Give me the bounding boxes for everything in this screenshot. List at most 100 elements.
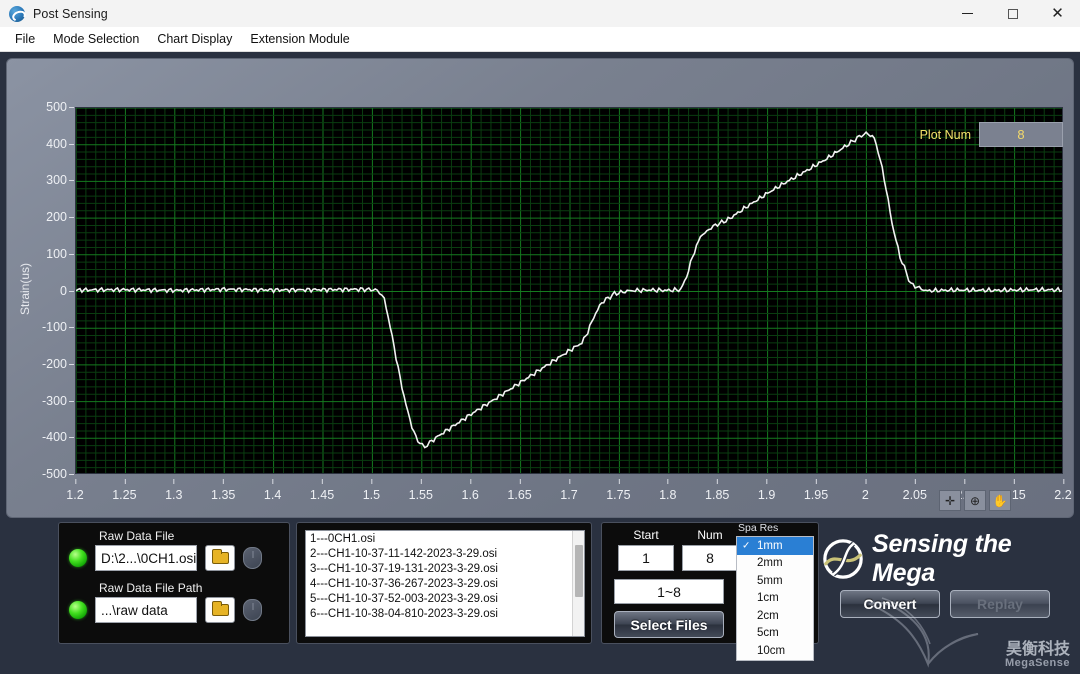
list-item[interactable]: 3---CH1-10-37-19-131-2023-3-29.osi xyxy=(306,561,584,576)
y-axis-tick: 0 xyxy=(60,284,67,298)
raw-data-file-browse-button[interactable] xyxy=(205,545,235,571)
menu-item-mode-selection[interactable]: Mode Selection xyxy=(44,29,148,49)
list-item[interactable]: 5---CH1-10-37-52-003-2023-3-29.osi xyxy=(306,591,584,606)
y-axis-tick: 500 xyxy=(46,100,67,114)
sensing-mega-logo-icon xyxy=(822,538,864,580)
x-axis-tick: 1.5 xyxy=(363,488,380,502)
x-axis-tick: 2.2 xyxy=(1054,488,1071,502)
y-axis-tick: 300 xyxy=(46,173,67,187)
brand-block: Sensing the Mega xyxy=(822,530,1074,588)
watermark-en: MegaSense xyxy=(1005,658,1070,670)
x-axis: 1.2 1.25 1.3 1.35 1.4 1.45 1.5 1.55 1.6 1.65 1.7 1.… xyxy=(7,477,1075,517)
start-label: Start xyxy=(618,528,674,542)
plot-num-value[interactable]: 8 xyxy=(979,122,1063,147)
plot-num-control: Plot Num 8 xyxy=(920,122,1063,147)
pan-tool-icon[interactable]: ✋ xyxy=(989,490,1011,511)
spa-res-label: Spa Res xyxy=(736,522,814,534)
y-axis-tick: 100 xyxy=(46,247,67,261)
spa-res-option[interactable]: 1mm xyxy=(737,537,813,555)
watermark-cn: 昊衡科技 xyxy=(1005,642,1070,659)
x-axis-tick: 1.65 xyxy=(507,488,531,502)
company-watermark: 昊衡科技 MegaSense xyxy=(1005,642,1070,670)
plot-num-label: Plot Num xyxy=(920,128,971,142)
x-axis-tick: 1.3 xyxy=(165,488,182,502)
spa-res-option[interactable]: 2mm xyxy=(737,555,813,573)
app-window: Post Sensing ✕ File Mode Selection Chart… xyxy=(0,0,1080,674)
y-axis-tick: -100 xyxy=(42,320,67,334)
chart-toolbar: ✛ ⊕ ✋ xyxy=(939,490,1011,511)
folder-icon xyxy=(212,604,229,616)
y-axis-tick: -200 xyxy=(42,357,67,371)
file-list-scrollbar[interactable] xyxy=(572,531,584,637)
num-label: Num xyxy=(682,528,738,542)
strain-chart[interactable]: Strain(us) 5004003002001000-100-200-300-… xyxy=(6,58,1074,518)
list-item[interactable]: 1---0CH1.osi xyxy=(306,531,584,546)
minimize-button[interactable] xyxy=(945,0,990,27)
x-axis-tick: 2.05 xyxy=(903,488,927,502)
raw-data-file-input[interactable]: D:\2...\0CH1.osi xyxy=(95,545,197,571)
window-title: Post Sensing xyxy=(33,7,108,21)
raw-data-path-input[interactable]: ...\raw data xyxy=(95,597,197,623)
spa-res-option-list[interactable]: 1mm2mm5mm1cm2cm5cm10cm xyxy=(736,536,814,661)
x-axis-tick: 1.4 xyxy=(264,488,281,502)
title-bar: Post Sensing ✕ xyxy=(0,0,1080,27)
raw-data-path-row: ...\raw data xyxy=(69,597,262,623)
x-axis-tick: 2 xyxy=(862,488,869,502)
x-axis-tick: 1.25 xyxy=(112,488,136,502)
x-axis-tick: 1.2 xyxy=(66,488,83,502)
menu-item-extension-module[interactable]: Extension Module xyxy=(241,29,358,49)
range-display: 1~8 xyxy=(614,579,724,604)
x-axis-tick: 1.8 xyxy=(659,488,676,502)
y-axis-tick: 400 xyxy=(46,137,67,151)
maximize-icon xyxy=(1008,9,1018,19)
spa-res-option[interactable]: 10cm xyxy=(737,642,813,660)
menu-item-file[interactable]: File xyxy=(6,29,44,49)
y-axis-tick: -300 xyxy=(42,394,67,408)
x-axis-tick: 1.35 xyxy=(211,488,235,502)
x-axis-tick: 1.75 xyxy=(606,488,630,502)
raw-data-path-label: Raw Data File Path xyxy=(99,581,202,595)
num-input[interactable]: 8 xyxy=(682,545,738,571)
folder-icon xyxy=(212,552,229,564)
start-input[interactable]: 1 xyxy=(618,545,674,571)
spa-res-option[interactable]: 1cm xyxy=(737,590,813,608)
list-item[interactable]: 2---CH1-10-37-11-142-2023-3-29.osi xyxy=(306,546,584,561)
maximize-button[interactable] xyxy=(990,0,1035,27)
main-content: Strain(us) 5004003002001000-100-200-300-… xyxy=(0,52,1080,674)
raw-data-file-led xyxy=(69,549,87,567)
brand-title: Sensing the Mega xyxy=(872,530,1074,588)
spa-res-option[interactable]: 2cm xyxy=(737,607,813,625)
spa-res-option[interactable]: 5mm xyxy=(737,572,813,590)
crosshair-tool-icon[interactable]: ✛ xyxy=(939,490,961,511)
plot-area[interactable] xyxy=(75,107,1063,474)
menu-item-chart-display[interactable]: Chart Display xyxy=(148,29,241,49)
y-axis-tick: -400 xyxy=(42,430,67,444)
x-axis-tick: 1.6 xyxy=(461,488,478,502)
raw-data-path-browse-button[interactable] xyxy=(205,597,235,623)
x-axis-tick: 1.45 xyxy=(310,488,334,502)
app-logo-icon xyxy=(9,6,25,22)
window-controls: ✕ xyxy=(945,0,1080,27)
list-item[interactable]: 6---CH1-10-38-04-810-2023-3-29.osi xyxy=(306,606,584,621)
x-axis-tick: 1.7 xyxy=(560,488,577,502)
list-item[interactable]: 4---CH1-10-37-36-267-2023-3-29.osi xyxy=(306,576,584,591)
file-input-panel: Raw Data File D:\2...\0CH1.osi Raw Data … xyxy=(58,522,290,644)
file-list-scroll-thumb[interactable] xyxy=(575,545,583,597)
zoom-tool-icon[interactable]: ⊕ xyxy=(964,490,986,511)
raw-data-file-label: Raw Data File xyxy=(99,529,174,543)
spa-res-dropdown[interactable]: Spa Res 1mm2mm5mm1cm2cm5cm10cm xyxy=(736,522,814,661)
x-axis-tick: 1.55 xyxy=(409,488,433,502)
x-axis-tick: 1.9 xyxy=(758,488,775,502)
select-files-button[interactable]: Select Files xyxy=(614,611,724,638)
y-axis: 5004003002001000-100-200-300-400-500 xyxy=(7,59,75,519)
file-list-box[interactable]: 1---0CH1.osi2---CH1-10-37-11-142-2023-3-… xyxy=(305,530,585,637)
bottom-panel: Raw Data File D:\2...\0CH1.osi Raw Data … xyxy=(6,522,1074,672)
spa-res-option[interactable]: 5cm xyxy=(737,625,813,643)
raw-data-path-led xyxy=(69,601,87,619)
close-button[interactable]: ✕ xyxy=(1035,0,1080,27)
mouse-icon xyxy=(243,547,262,569)
menu-bar: File Mode Selection Chart Display Extens… xyxy=(0,27,1080,52)
y-axis-tick: 200 xyxy=(46,210,67,224)
raw-data-file-row: D:\2...\0CH1.osi xyxy=(69,545,262,571)
close-icon: ✕ xyxy=(1051,6,1064,21)
